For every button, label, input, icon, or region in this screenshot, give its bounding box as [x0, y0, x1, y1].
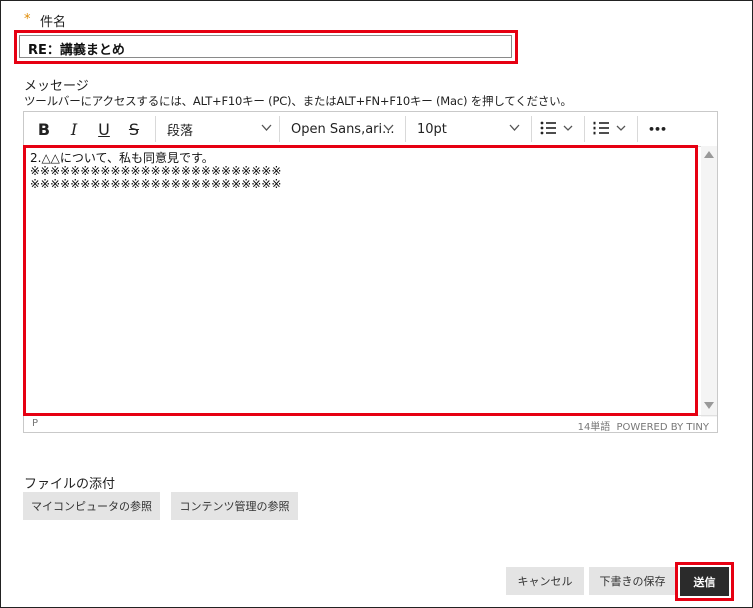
subject-input[interactable]: RE：講義まとめ — [19, 35, 512, 58]
send-highlight — [675, 562, 734, 601]
toolbar-help-text: ツールバーにアクセスするには、ALT+F10キー (PC)、またはALT+FN+… — [24, 94, 572, 108]
font-family-select[interactable]: Open Sans,ari... — [281, 112, 403, 146]
editor-statusbar: P 14単語 POWERED BY TINY — [24, 415, 717, 433]
required-mark: * — [24, 12, 31, 27]
block-format-value: 段落 — [167, 123, 194, 139]
attachments-label: ファイルの添付 — [24, 477, 116, 492]
message-label: メッセージ — [24, 79, 89, 94]
subject-label: 件名 — [40, 15, 67, 30]
bullet-list-icon — [540, 120, 574, 139]
editor-body-highlight — [23, 145, 698, 416]
scroll-up-icon[interactable] — [704, 150, 714, 161]
toolbar-divider — [405, 116, 406, 142]
powered-by-link[interactable]: POWERED BY TINY — [617, 422, 710, 433]
font-size-select[interactable]: 10pt — [407, 112, 529, 146]
toolbar-divider — [584, 116, 585, 142]
save-draft-button[interactable]: 下書きの保存 — [589, 567, 676, 595]
toolbar-divider — [155, 116, 156, 142]
block-format-select[interactable]: 段落 — [157, 112, 279, 146]
toolbar-divider — [637, 116, 638, 142]
italic-button[interactable]: I — [60, 112, 88, 146]
bullet-list-button[interactable] — [534, 112, 580, 146]
bold-button[interactable]: B — [30, 112, 58, 146]
editor-scrollbar[interactable] — [701, 146, 717, 417]
editor-toolbar: B I U S 段落 Open Sans,ari... 10pt ••• — [24, 112, 717, 147]
chevron-down-icon — [383, 122, 394, 136]
editor-status-right: 14単語 POWERED BY TINY — [578, 418, 709, 433]
toolbar-divider — [279, 116, 280, 142]
font-size-value: 10pt — [417, 121, 447, 137]
browse-computer-button[interactable]: マイコンピュータの参照 — [23, 492, 160, 520]
font-family-value: Open Sans,ari... — [291, 121, 395, 137]
more-button[interactable]: ••• — [642, 112, 672, 146]
numbered-list-icon — [593, 120, 627, 139]
cancel-button[interactable]: キャンセル — [506, 567, 584, 595]
underline-button[interactable]: U — [90, 112, 118, 146]
element-path[interactable]: P — [32, 418, 38, 429]
word-count: 14単語 — [577, 422, 611, 433]
chevron-down-icon — [509, 122, 520, 136]
numbered-list-button[interactable] — [587, 112, 633, 146]
scroll-down-icon[interactable] — [704, 402, 714, 413]
toolbar-divider — [531, 116, 532, 142]
browse-content-button[interactable]: コンテンツ管理の参照 — [171, 492, 298, 520]
strikethrough-button[interactable]: S — [120, 112, 148, 146]
chevron-down-icon — [261, 122, 272, 136]
